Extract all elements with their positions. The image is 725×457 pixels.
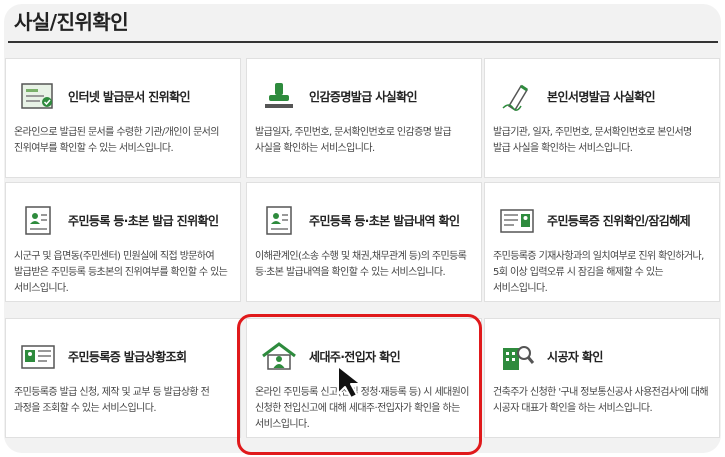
card-description: 발급기관, 일자, 주민번호, 문서확인번호로 본인서명 발급 사실을 확인하는… — [493, 127, 692, 154]
card-description: 시군구 및 읍면동(주민센터) 민원실에 직접 방문하여 발급받은 주민등록 등… — [14, 251, 228, 294]
card-description: 발급일자, 주민번호, 문서확인번호로 인감증명 발급 사실을 확인하는 서비스… — [255, 127, 452, 154]
certificate-check-icon — [18, 79, 58, 113]
mouse-cursor-icon — [336, 364, 370, 404]
card-title: 주민등록증 진위확인/잠김해제 — [547, 213, 691, 228]
card-title: 주민등록증 발급상황조회 — [68, 349, 187, 364]
card-title: 인감증명발급 사실확인 — [309, 89, 418, 104]
id-card-icon — [497, 203, 537, 237]
title-divider — [8, 41, 718, 43]
card-title: 세대주·전입자 확인 — [309, 349, 401, 364]
card-title: 인터넷 발급문서 진위확인 — [68, 89, 191, 104]
card-resident-copy-history[interactable]: 주민등록 등·초본 발급내역 확인 이해관계인(소송 수행 및 채권,채무관계 … — [246, 182, 482, 302]
card-description: 주민등록증 기재사항과의 일치여부로 진위 확인하거나, 5회 이상 입력오류 … — [493, 251, 704, 294]
seal-stamp-icon — [259, 79, 299, 113]
id-card-search-icon — [18, 339, 58, 373]
card-description: 온라인으로 발급된 문서를 수령한 기관/개인이 문서의 진위여부를 확인할 수… — [14, 127, 219, 154]
card-title: 시공자 확인 — [547, 349, 603, 364]
card-id-card-verify-unlock[interactable]: 주민등록증 진위확인/잠김해제 주민등록증 기재사항과의 일치여부로 진위 확인… — [484, 182, 720, 302]
resident-document-icon — [259, 203, 299, 237]
card-description: 이해관계인(소송 수행 및 채권,채무관계 등)의 주민등록 등·초본 발급내역… — [255, 251, 467, 278]
card-constructor-verify[interactable]: 시공자 확인 건축주가 신청한 '구내 정보통신공사 사용전검사'에 대해 시공… — [484, 318, 720, 438]
card-title: 주민등록 등·초본 발급 진위확인 — [68, 213, 219, 228]
card-id-card-issue-status[interactable]: 주민등록증 발급상황조회 주민등록증 발급 신청, 제작 및 교부 등 발급상황… — [5, 318, 241, 438]
card-internet-document-verify[interactable]: 인터넷 발급문서 진위확인 온라인으로 발급된 문서를 수령한 기관/개인이 문… — [5, 58, 241, 178]
signature-pen-icon — [497, 79, 537, 113]
card-signature-verify[interactable]: 본인서명발급 사실확인 발급기관, 일자, 주민번호, 문서확인번호로 본인서명… — [484, 58, 720, 178]
card-resident-copy-verify[interactable]: 주민등록 등·초본 발급 진위확인 시군구 및 읍면동(주민센터) 민원실에 직… — [5, 182, 241, 302]
card-seal-certificate-verify[interactable]: 인감증명발급 사실확인 발급일자, 주민번호, 문서확인번호로 인감증명 발급 … — [246, 58, 482, 178]
card-title: 주민등록 등·초본 발급내역 확인 — [309, 213, 460, 228]
house-person-icon — [259, 339, 299, 373]
card-description: 주민등록증 발급 신청, 제작 및 교부 등 발급상황 전 과정을 조회할 수 … — [14, 387, 210, 414]
page-title: 사실/진위확인 — [14, 10, 129, 34]
card-title: 본인서명발급 사실확인 — [547, 89, 656, 104]
resident-document-icon — [18, 203, 58, 237]
building-search-icon — [497, 339, 537, 373]
card-description: 건축주가 신청한 '구내 정보통신공사 사용전검사'에 대해 시공자 대표가 확… — [493, 387, 709, 414]
